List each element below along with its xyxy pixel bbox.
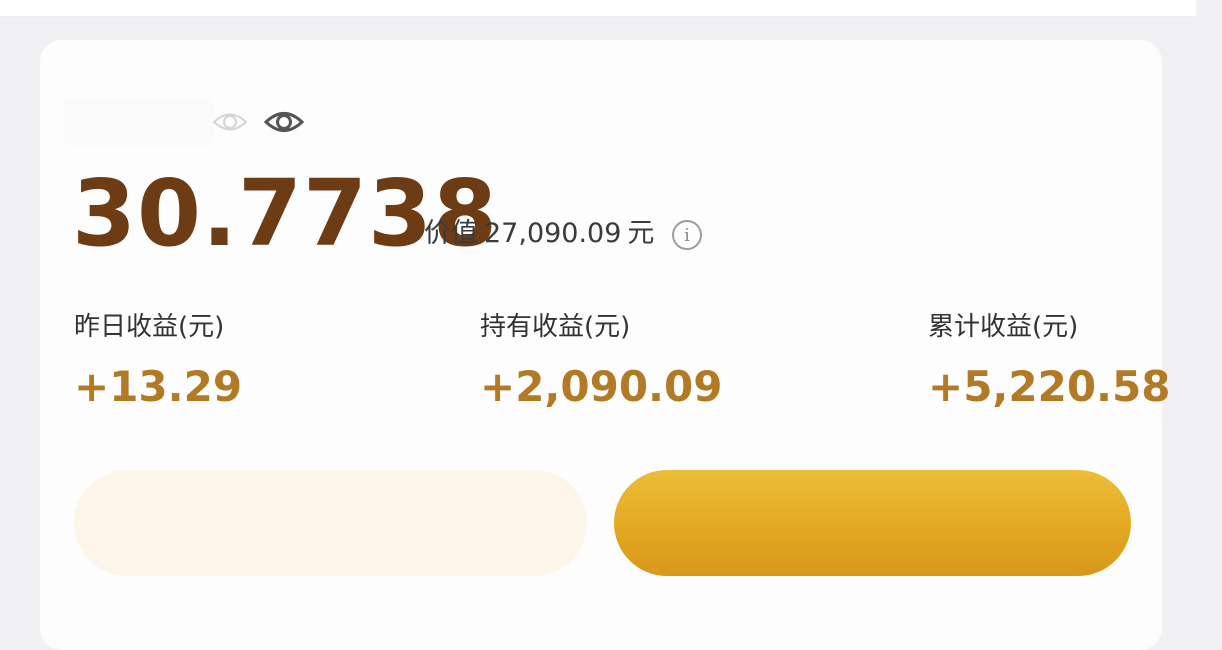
eye-icon-faded (212, 113, 248, 131)
stat-yesterday-income: 昨日收益(元) +13.29 (74, 314, 242, 408)
eye-icon[interactable] (264, 106, 304, 138)
stat-label: 累计收益(元) (928, 312, 1079, 342)
stat-value: +13.29 (74, 362, 243, 411)
masked-account-label (64, 98, 214, 146)
stat-label: 昨日收益(元) (74, 312, 225, 342)
info-icon[interactable]: i (672, 220, 702, 250)
secondary-action-button[interactable] (74, 470, 587, 576)
stat-holding-income: 持有收益(元) +2,090.09 (480, 314, 722, 408)
value-line: 价值 27,090.09 元 (424, 220, 660, 247)
stat-total-income: 累计收益(元) +5,220.58 (928, 314, 1170, 408)
value-amount: 27,090.09 (484, 218, 622, 249)
primary-action-button[interactable] (614, 470, 1131, 576)
value-unit: 元 (627, 218, 655, 249)
holding-card: 30.7738 价值 27,090.09 元 i 昨日收益(元) +13.29 持有… (40, 40, 1170, 650)
stat-label: 持有收益(元) (480, 312, 631, 342)
value-label: 价值 (424, 218, 478, 249)
top-bar (0, 0, 1196, 17)
stat-value: +2,090.09 (480, 362, 723, 411)
stat-value: +5,220.58 (928, 362, 1171, 411)
